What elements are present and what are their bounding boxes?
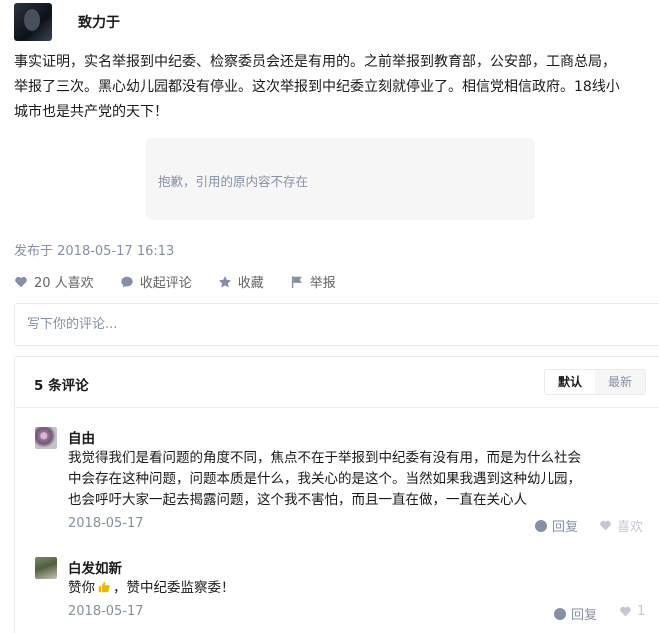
collapse-comments-button[interactable]: 收起评论 [120, 272, 192, 291]
comment-text-line: 也会呼吁大家一起去揭露问题，这个我不害怕，而且一直在做，一直在关心人 [68, 492, 527, 508]
post-content: 事实证明，实名举报到中纪委、检察委员会还是有用的。之前举报到教育部，公安部，工商… [14, 50, 659, 125]
star-icon [218, 275, 231, 288]
favorite-label: 收藏 [237, 276, 264, 291]
heart-icon [620, 606, 631, 617]
comment-bubble-icon [121, 276, 133, 287]
flag-icon [291, 275, 302, 288]
quoted-content-card: 抱歉，引用的原内容不存在 [146, 138, 535, 220]
reply-button[interactable]: 回复 [554, 604, 597, 623]
comment-date: 2018-05-17 [68, 516, 144, 531]
comments-panel: 5 条评论 默认 最新 自由 我觉得我们是看问题的角度不同，焦点不在于举报到中纪… [14, 356, 659, 633]
favorite-button[interactable]: 收藏 [218, 272, 264, 291]
comment-text: 我觉得我们是看问题的角度不同，焦点不在于举报到中纪委有没有用，而是为什么社会 中… [68, 448, 648, 511]
quote-unavailable-text: 抱歉，引用的原内容不存在 [158, 174, 309, 189]
reply-label: 回复 [571, 608, 598, 623]
commenter-name[interactable]: 自由 [68, 427, 95, 447]
heart-icon [15, 276, 27, 287]
like-count-label: 20 人喜欢 [34, 276, 94, 291]
commenter-avatar[interactable] [35, 427, 57, 449]
comment-input-box [14, 303, 659, 346]
like-button[interactable]: 20 人喜欢 [14, 272, 94, 291]
comment-input[interactable] [15, 304, 659, 345]
reply-button[interactable]: 回复 [535, 516, 578, 535]
reply-icon [535, 519, 547, 532]
comment-text-line: 中会存在这种问题，问题本质是什么，我关心的是这个。当然如果我遇到这种幼儿园， [68, 471, 581, 487]
reply-icon [554, 607, 566, 620]
comments-header: 5 条评论 默认 最新 [15, 357, 659, 408]
post-text-line: 举报了三次。黑心幼儿园都没有停业。这次举报到中纪委立刻就停业了。相信党相信政府。… [14, 79, 620, 95]
comment-text-line: 我觉得我们是看问题的角度不同，焦点不在于举报到中纪委有没有用，而是为什么社会 [68, 450, 581, 466]
report-button[interactable]: 举报 [290, 272, 336, 291]
commenter-name[interactable]: 白发如新 [68, 557, 122, 577]
sort-default-tab[interactable]: 默认 [545, 370, 595, 394]
post-text-line: 事实证明，实名举报到中纪委、检察委员会还是有用的。之前举报到教育部，公安部，工商… [14, 54, 616, 70]
report-label: 举报 [309, 276, 336, 291]
comment-text-end: ，赞中纪委监察委！ [113, 580, 235, 596]
thumbs-up-icon [98, 581, 110, 593]
post-actions: 20 人喜欢 收起评论 收藏 举报 [14, 272, 362, 291]
comment-like-count: 1 [637, 604, 646, 619]
publish-time: 发布于 2018-05-17 16:13 [14, 244, 175, 259]
comment-like-button[interactable]: 喜欢 [599, 516, 643, 535]
sort-latest-tab[interactable]: 最新 [595, 370, 645, 394]
comment-text: 赞你 ，赞中纪委监察委！ [68, 578, 648, 599]
heart-icon [600, 520, 611, 531]
author-avatar[interactable] [14, 3, 52, 41]
comments-count: 5 条评论 [34, 378, 89, 394]
comment-text-start: 赞你 [68, 580, 95, 596]
post-author: 致力于 [14, 2, 120, 42]
comment-like-button[interactable]: 1 [619, 604, 645, 619]
comment-date: 2018-05-17 [68, 604, 144, 619]
comment-sort-tabs: 默认 最新 [544, 369, 646, 395]
author-name[interactable]: 致力于 [78, 12, 120, 32]
collapse-comments-label: 收起评论 [139, 276, 192, 291]
post-text-line: 城市也是共产党的天下！ [14, 104, 168, 120]
commenter-avatar[interactable] [35, 557, 57, 579]
reply-label: 回复 [552, 520, 579, 535]
comment-like-label: 喜欢 [617, 520, 644, 535]
